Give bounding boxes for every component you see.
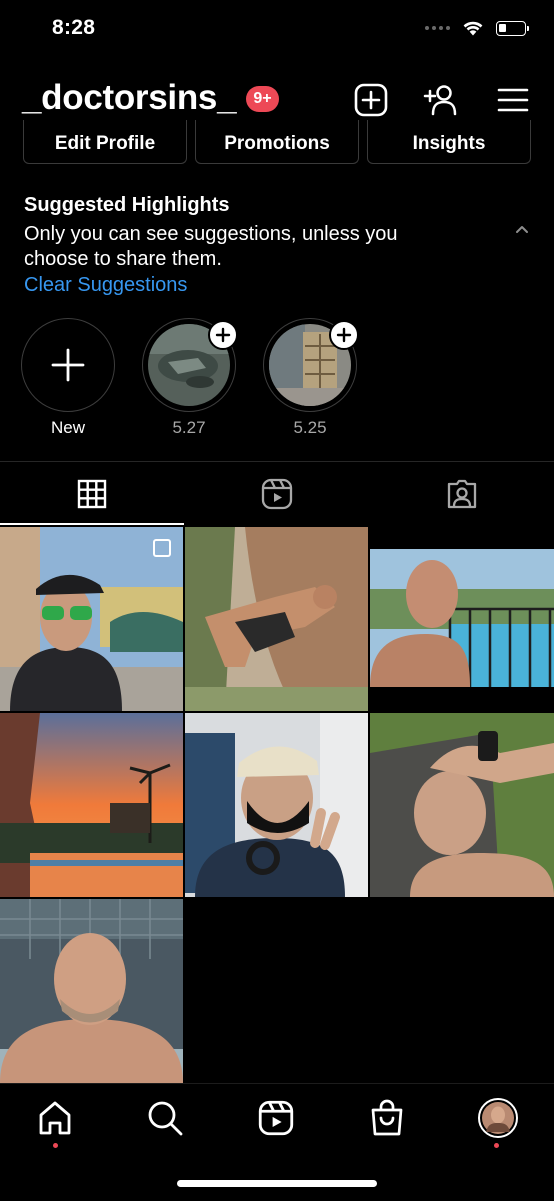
grid-post[interactable] xyxy=(185,713,368,897)
highlight-label-5-27: 5.27 xyxy=(172,418,206,437)
profile-avatar[interactable] xyxy=(476,1096,520,1140)
promotions-button[interactable]: Promotions xyxy=(195,120,359,164)
profile-username[interactable]: _doctorsins_ xyxy=(22,78,237,118)
home-icon[interactable] xyxy=(33,1096,77,1140)
grid-post[interactable] xyxy=(370,713,554,897)
suggested-highlights-title: Suggested Highlights xyxy=(24,194,230,216)
menu-icon[interactable] xyxy=(495,82,531,118)
highlight-label-new: New xyxy=(50,418,85,437)
grid-post[interactable] xyxy=(0,527,183,711)
edit-profile-button[interactable]: Edit Profile xyxy=(23,120,187,164)
notification-badge[interactable]: 9+ xyxy=(246,86,279,112)
home-indicator[interactable] xyxy=(177,1180,377,1187)
new-post-icon[interactable] xyxy=(353,82,389,118)
tagged-tab[interactable] xyxy=(370,463,554,525)
section-divider xyxy=(0,461,554,462)
reels-icon xyxy=(261,478,293,510)
chevron-up-icon[interactable] xyxy=(512,222,532,236)
clear-suggestions-link[interactable]: Clear Suggestions xyxy=(24,274,187,297)
shop-icon[interactable] xyxy=(365,1096,409,1140)
suggested-highlights-description: Only you can see suggestions, unless you… xyxy=(24,223,398,270)
home-notification-dot xyxy=(53,1143,58,1148)
wifi-icon xyxy=(463,21,483,36)
highlight-label-5-25: 5.25 xyxy=(293,418,327,437)
battery-icon xyxy=(496,20,529,36)
new-highlight-button[interactable] xyxy=(21,318,115,412)
reels-tab[interactable] xyxy=(185,463,369,525)
grid-post[interactable] xyxy=(370,549,554,687)
add-highlight-icon[interactable] xyxy=(208,320,238,350)
insights-button[interactable]: Insights xyxy=(367,120,531,164)
grid-icon xyxy=(77,479,107,509)
search-icon[interactable] xyxy=(143,1096,187,1140)
signal-icon xyxy=(425,26,450,30)
profile-notification-dot xyxy=(494,1143,499,1148)
grid-post[interactable] xyxy=(0,899,183,1083)
plus-icon xyxy=(51,348,85,382)
grid-tab[interactable] xyxy=(0,463,184,525)
status-time: 8:28 xyxy=(52,16,96,39)
active-tab-indicator xyxy=(0,523,184,525)
grid-post[interactable] xyxy=(185,527,368,711)
add-person-icon[interactable] xyxy=(423,82,459,118)
add-highlight-icon[interactable] xyxy=(329,320,359,350)
reels-nav-icon[interactable] xyxy=(254,1096,298,1140)
tagged-person-icon xyxy=(447,479,477,509)
grid-post[interactable] xyxy=(0,713,183,897)
status-indicators xyxy=(425,20,529,36)
multiple-photos-icon xyxy=(153,539,171,557)
